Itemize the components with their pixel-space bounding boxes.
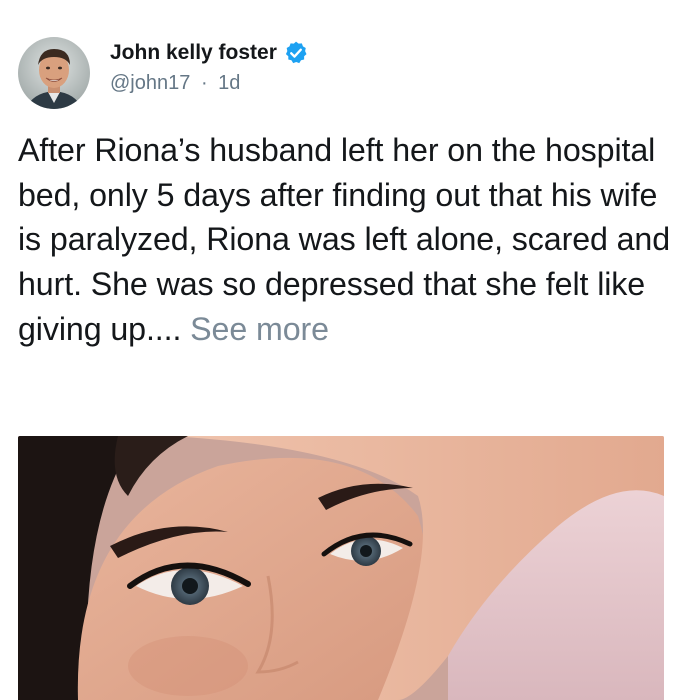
tweet-text: After Riona’s husband left her on the ho… bbox=[18, 128, 678, 352]
tweet-image[interactable] bbox=[18, 436, 664, 700]
timestamp[interactable]: 1d bbox=[218, 72, 240, 94]
tweet-card: John kelly foster @john17 · 1d After Rio… bbox=[0, 0, 700, 700]
see-more-link[interactable]: See more bbox=[190, 311, 329, 347]
handle[interactable]: @john17 bbox=[110, 72, 190, 94]
tweet-header: John kelly foster @john17 · 1d bbox=[110, 38, 309, 95]
handle-row: @john17 · 1d bbox=[110, 72, 309, 95]
name-row: John kelly foster bbox=[110, 38, 309, 68]
display-name[interactable]: John kelly foster bbox=[110, 41, 277, 65]
meta-separator: · bbox=[200, 72, 208, 94]
tweet-body: After Riona’s husband left her on the ho… bbox=[18, 132, 671, 347]
avatar[interactable] bbox=[18, 37, 90, 109]
verified-badge-icon bbox=[283, 40, 309, 66]
